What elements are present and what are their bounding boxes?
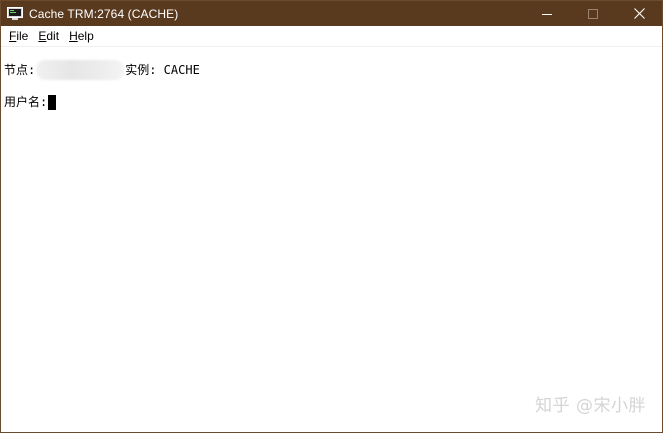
close-icon [633, 8, 645, 19]
text-cursor [48, 94, 57, 110]
watermark: 知乎 @宋小胖 [535, 396, 646, 416]
title-bar[interactable]: Cache TRM:2764 (CACHE) [1, 1, 662, 26]
menu-help[interactable]: Help [69, 26, 100, 46]
node-line: 节点: 实例: CACHE [4, 60, 200, 80]
terminal-window: Cache TRM:2764 (CACHE) File Edit Help 节点… [0, 0, 663, 433]
minimize-icon [542, 13, 552, 15]
menu-bar: File Edit Help [1, 26, 662, 47]
close-button[interactable] [616, 1, 662, 26]
node-label: 节点: [4, 63, 36, 77]
redacted-node-name [36, 60, 125, 80]
terminal-icon[interactable] [7, 6, 23, 21]
terminal-screen[interactable]: 节点: 实例: CACHE 用户名: 知乎 @宋小胖 [1, 47, 662, 432]
window-title: Cache TRM:2764 (CACHE) [29, 6, 179, 21]
username-prompt: 用户名: [4, 95, 48, 109]
menu-edit[interactable]: Edit [38, 26, 65, 46]
maximize-button[interactable] [570, 1, 616, 26]
menu-file[interactable]: File [9, 26, 34, 46]
minimize-button[interactable] [524, 1, 570, 26]
maximize-icon [588, 8, 598, 19]
username-line[interactable]: 用户名: [4, 93, 57, 111]
window-controls [524, 1, 662, 26]
instance-label: 实例: CACHE [125, 63, 200, 77]
